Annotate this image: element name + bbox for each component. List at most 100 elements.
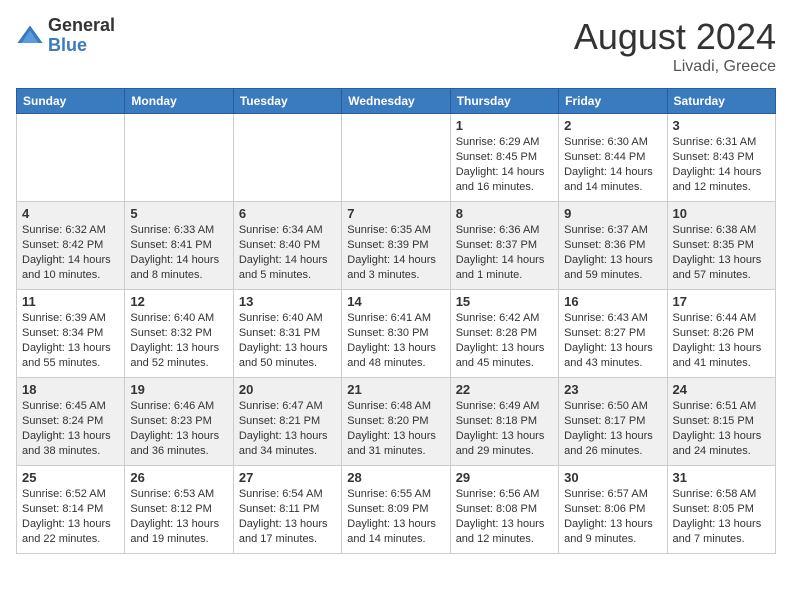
title-area: August 2024 Livadi, Greece bbox=[574, 16, 776, 76]
day-number: 4 bbox=[22, 206, 119, 221]
weekday-header: Wednesday bbox=[342, 89, 450, 114]
calendar-day-cell: 9 Sunrise: 6:37 AMSunset: 8:36 PMDaylight… bbox=[559, 202, 667, 290]
weekday-header: Thursday bbox=[450, 89, 558, 114]
month-title: August 2024 bbox=[574, 16, 776, 58]
day-info: Sunrise: 6:48 AMSunset: 8:20 PMDaylight:… bbox=[347, 399, 444, 458]
day-number: 13 bbox=[239, 294, 336, 309]
calendar-day-cell bbox=[233, 114, 341, 202]
calendar-day-cell: 28 Sunrise: 6:55 AMSunset: 8:09 PMDayligh… bbox=[342, 466, 450, 554]
calendar-day-cell: 5 Sunrise: 6:33 AMSunset: 8:41 PMDaylight… bbox=[125, 202, 233, 290]
day-number: 17 bbox=[673, 294, 770, 309]
day-info: Sunrise: 6:51 AMSunset: 8:15 PMDaylight:… bbox=[673, 399, 770, 458]
day-number: 7 bbox=[347, 206, 444, 221]
calendar-day-cell: 11Sunrise: 6:39 AMSunset: 8:34 PMDayligh… bbox=[17, 290, 125, 378]
day-info: Sunrise: 6:47 AMSunset: 8:21 PMDaylight:… bbox=[239, 399, 336, 458]
weekday-header: Saturday bbox=[667, 89, 775, 114]
day-number: 27 bbox=[239, 470, 336, 485]
weekday-header: Friday bbox=[559, 89, 667, 114]
day-info: Sunrise: 6:54 AMSunset: 8:11 PMDaylight:… bbox=[239, 487, 336, 546]
calendar-day-cell: 24Sunrise: 6:51 AMSunset: 8:15 PMDayligh… bbox=[667, 378, 775, 466]
calendar-day-cell: 19 Sunrise: 6:46 AMSunset: 8:23 PMDayligh… bbox=[125, 378, 233, 466]
day-info: Sunrise: 6:38 AMSunset: 8:35 PMDaylight:… bbox=[673, 223, 770, 282]
calendar-day-cell: 8 Sunrise: 6:36 AMSunset: 8:37 PMDaylight… bbox=[450, 202, 558, 290]
weekday-header: Monday bbox=[125, 89, 233, 114]
day-info: Sunrise: 6:29 AMSunset: 8:45 PMDaylight:… bbox=[456, 135, 553, 194]
day-info: Sunrise: 6:41 AMSunset: 8:30 PMDaylight:… bbox=[347, 311, 444, 370]
calendar-week-row: 1 Sunrise: 6:29 AMSunset: 8:45 PMDaylight… bbox=[17, 114, 776, 202]
location: Livadi, Greece bbox=[574, 58, 776, 76]
day-number: 2 bbox=[564, 118, 661, 133]
calendar-day-cell: 31 Sunrise: 6:58 AMSunset: 8:05 PMDayligh… bbox=[667, 466, 775, 554]
day-number: 8 bbox=[456, 206, 553, 221]
day-number: 25 bbox=[22, 470, 119, 485]
day-number: 26 bbox=[130, 470, 227, 485]
day-info: Sunrise: 6:45 AMSunset: 8:24 PMDaylight:… bbox=[22, 399, 119, 458]
day-number: 6 bbox=[239, 206, 336, 221]
calendar-body: 1 Sunrise: 6:29 AMSunset: 8:45 PMDaylight… bbox=[17, 114, 776, 554]
calendar-day-cell: 23 Sunrise: 6:50 AMSunset: 8:17 PMDayligh… bbox=[559, 378, 667, 466]
calendar-day-cell: 12 Sunrise: 6:40 AMSunset: 8:32 PMDayligh… bbox=[125, 290, 233, 378]
day-info: Sunrise: 6:50 AMSunset: 8:17 PMDaylight:… bbox=[564, 399, 661, 458]
weekday-header: Tuesday bbox=[233, 89, 341, 114]
logo: General Blue bbox=[16, 16, 115, 56]
day-number: 10 bbox=[673, 206, 770, 221]
calendar-day-cell: 30Sunrise: 6:57 AMSunset: 8:06 PMDayligh… bbox=[559, 466, 667, 554]
calendar-header: SundayMondayTuesdayWednesdayThursdayFrid… bbox=[17, 89, 776, 114]
day-number: 23 bbox=[564, 382, 661, 397]
day-number: 9 bbox=[564, 206, 661, 221]
day-number: 19 bbox=[130, 382, 227, 397]
day-info: Sunrise: 6:37 AMSunset: 8:36 PMDaylight:… bbox=[564, 223, 661, 282]
day-info: Sunrise: 6:44 AMSunset: 8:26 PMDaylight:… bbox=[673, 311, 770, 370]
day-info: Sunrise: 6:40 AMSunset: 8:32 PMDaylight:… bbox=[130, 311, 227, 370]
calendar-day-cell: 15 Sunrise: 6:42 AMSunset: 8:28 PMDayligh… bbox=[450, 290, 558, 378]
day-number: 15 bbox=[456, 294, 553, 309]
day-number: 31 bbox=[673, 470, 770, 485]
day-info: Sunrise: 6:52 AMSunset: 8:14 PMDaylight:… bbox=[22, 487, 119, 546]
day-info: Sunrise: 6:42 AMSunset: 8:28 PMDaylight:… bbox=[456, 311, 553, 370]
day-number: 14 bbox=[347, 294, 444, 309]
day-info: Sunrise: 6:39 AMSunset: 8:34 PMDaylight:… bbox=[22, 311, 119, 370]
day-info: Sunrise: 6:35 AMSunset: 8:39 PMDaylight:… bbox=[347, 223, 444, 282]
day-number: 5 bbox=[130, 206, 227, 221]
calendar-day-cell: 27 Sunrise: 6:54 AMSunset: 8:11 PMDayligh… bbox=[233, 466, 341, 554]
calendar-day-cell: 2 Sunrise: 6:30 AMSunset: 8:44 PMDaylight… bbox=[559, 114, 667, 202]
logo-general-text: General bbox=[48, 16, 115, 36]
calendar-day-cell: 22Sunrise: 6:49 AMSunset: 8:18 PMDayligh… bbox=[450, 378, 558, 466]
calendar-day-cell: 21 Sunrise: 6:48 AMSunset: 8:20 PMDayligh… bbox=[342, 378, 450, 466]
logo-icon bbox=[16, 22, 44, 50]
day-number: 16 bbox=[564, 294, 661, 309]
day-info: Sunrise: 6:32 AMSunset: 8:42 PMDaylight:… bbox=[22, 223, 119, 282]
logo-blue-text: Blue bbox=[48, 36, 115, 56]
day-number: 18 bbox=[22, 382, 119, 397]
calendar-day-cell: 16Sunrise: 6:43 AMSunset: 8:27 PMDayligh… bbox=[559, 290, 667, 378]
day-number: 1 bbox=[456, 118, 553, 133]
day-number: 12 bbox=[130, 294, 227, 309]
calendar-day-cell: 4 Sunrise: 6:32 AMSunset: 8:42 PMDaylight… bbox=[17, 202, 125, 290]
calendar-day-cell bbox=[125, 114, 233, 202]
day-info: Sunrise: 6:33 AMSunset: 8:41 PMDaylight:… bbox=[130, 223, 227, 282]
page-header: General Blue August 2024 Livadi, Greece bbox=[16, 16, 776, 76]
day-number: 29 bbox=[456, 470, 553, 485]
calendar-table: SundayMondayTuesdayWednesdayThursdayFrid… bbox=[16, 88, 776, 554]
calendar-week-row: 18 Sunrise: 6:45 AMSunset: 8:24 PMDayligh… bbox=[17, 378, 776, 466]
day-info: Sunrise: 6:30 AMSunset: 8:44 PMDaylight:… bbox=[564, 135, 661, 194]
calendar-week-row: 25 Sunrise: 6:52 AMSunset: 8:14 PMDayligh… bbox=[17, 466, 776, 554]
calendar-day-cell: 6Sunrise: 6:34 AMSunset: 8:40 PMDaylight… bbox=[233, 202, 341, 290]
day-number: 28 bbox=[347, 470, 444, 485]
day-info: Sunrise: 6:55 AMSunset: 8:09 PMDaylight:… bbox=[347, 487, 444, 546]
calendar-day-cell: 20Sunrise: 6:47 AMSunset: 8:21 PMDayligh… bbox=[233, 378, 341, 466]
day-info: Sunrise: 6:58 AMSunset: 8:05 PMDaylight:… bbox=[673, 487, 770, 546]
calendar-day-cell: 26 Sunrise: 6:53 AMSunset: 8:12 PMDayligh… bbox=[125, 466, 233, 554]
calendar-day-cell bbox=[342, 114, 450, 202]
calendar-day-cell: 14 Sunrise: 6:41 AMSunset: 8:30 PMDayligh… bbox=[342, 290, 450, 378]
day-info: Sunrise: 6:53 AMSunset: 8:12 PMDaylight:… bbox=[130, 487, 227, 546]
day-number: 3 bbox=[673, 118, 770, 133]
calendar-day-cell: 18 Sunrise: 6:45 AMSunset: 8:24 PMDayligh… bbox=[17, 378, 125, 466]
logo-text: General Blue bbox=[48, 16, 115, 56]
day-info: Sunrise: 6:46 AMSunset: 8:23 PMDaylight:… bbox=[130, 399, 227, 458]
day-info: Sunrise: 6:56 AMSunset: 8:08 PMDaylight:… bbox=[456, 487, 553, 546]
day-number: 21 bbox=[347, 382, 444, 397]
day-info: Sunrise: 6:49 AMSunset: 8:18 PMDaylight:… bbox=[456, 399, 553, 458]
day-info: Sunrise: 6:31 AMSunset: 8:43 PMDaylight:… bbox=[673, 135, 770, 194]
day-info: Sunrise: 6:36 AMSunset: 8:37 PMDaylight:… bbox=[456, 223, 553, 282]
